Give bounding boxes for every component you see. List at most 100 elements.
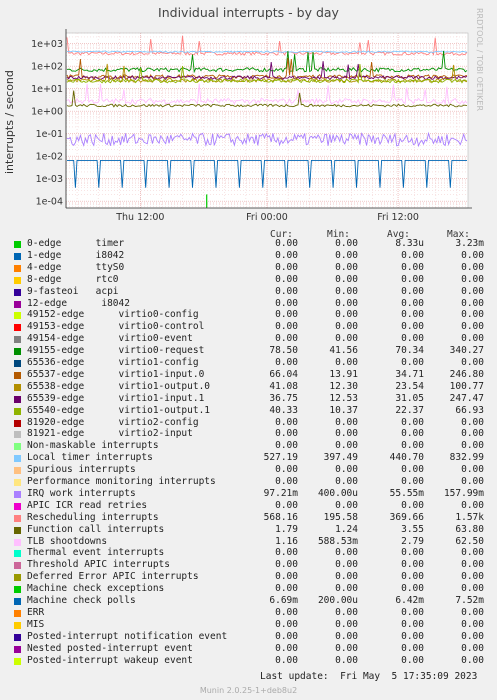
legend-swatch — [14, 586, 21, 594]
legend-min-value: 0.00 — [335, 333, 358, 345]
legend-max-value: 0.00 — [461, 333, 484, 345]
legend-swatch — [14, 407, 21, 415]
legend-label: Threshold APIC interrupts — [27, 559, 170, 571]
legend-swatch — [14, 312, 21, 320]
y-tick-label: 1e-03 — [36, 174, 63, 185]
legend-label: Performance monitoring interrupts — [27, 476, 216, 487]
legend-swatch — [14, 621, 21, 629]
legend-min-value: 12.30 — [329, 380, 358, 392]
legend-min-value: 41.56 — [329, 345, 358, 357]
legend-label: Deferred Error APIC interrupts — [27, 571, 199, 583]
legend-row: ERR 0.00 0.00 0.00 0.00 — [14, 607, 489, 619]
legend-row: 49155-edge virtio0-request 78.50 41.56 70.3… — [14, 345, 489, 357]
chart-canvas: 1e+03 1e+02 1e+01 1e+00 1e-01 1e-02 1e-03 1e-04… — [31, 29, 472, 223]
legend-min-value: 10.37 — [329, 404, 358, 416]
legend-max-value: 0.00 — [461, 642, 484, 654]
legend-row: 4-edge ttyS0 0.00 0.00 0.00 0.00 — [14, 262, 489, 274]
legend-label: Machine check polls — [27, 595, 136, 606]
legend-row: TLB shootdowns 1.16 588.53m 2.79 62.50 — [14, 536, 489, 548]
legend-row: 65538-edge virtio1-output.0 41.08 12.30 23.… — [14, 381, 489, 393]
legend-row: 81920-edge virtio2-config 0.00 0.00 0.00 0.0… — [14, 417, 489, 429]
legend-label: 49155-edge virtio0-request — [27, 345, 205, 357]
legend-row: 8-edge rtc0 0.00 0.00 0.00 0.00 — [14, 274, 489, 286]
legend-label: Local timer interrupts — [27, 452, 153, 464]
legend-row: 0-edge timer 0.00 0.00 8.33u 3.23m — [14, 238, 489, 250]
legend-swatch — [14, 348, 21, 356]
y-tick-label: 1e+01 — [31, 84, 63, 95]
legend-swatch — [14, 419, 21, 427]
legend-min-value: 0.00 — [335, 321, 358, 333]
legend-swatch — [14, 336, 21, 344]
legend-swatch — [14, 324, 21, 332]
legend-swatch — [14, 526, 21, 534]
legend-row: Machine check polls 6.69m 200.00u 6.42m 7.52… — [14, 595, 489, 607]
legend-min-value: 0.00 — [335, 285, 358, 297]
legend-swatch — [14, 360, 21, 367]
legend-max-value: 0.00 — [461, 571, 484, 583]
legend-row: Non-maskable interrupts 0.00 0.00 0.00 0.00 — [14, 440, 489, 452]
legend-row: 65539-edge virtio1-input.1 36.75 12.53 31.0… — [14, 393, 489, 405]
legend-row: 49153-edge virtio0-control 0.00 0.00 0.00 0.… — [14, 321, 489, 333]
legend-label: Non-maskable interrupts — [27, 440, 159, 452]
legend-min-value: 0.00 — [335, 630, 358, 642]
legend-swatch — [14, 264, 21, 272]
legend-max-value: 0.00 — [461, 357, 484, 368]
legend-label: 65538-edge virtio1-output.0 — [27, 380, 211, 392]
legend-max-value: 0.00 — [461, 321, 484, 333]
legend-swatch — [14, 490, 21, 498]
legend-label: Posted-interrupt notification event — [27, 630, 228, 642]
legend-swatch — [14, 598, 21, 605]
legend-min-value: 0.00 — [335, 428, 358, 440]
legend-swatch — [14, 455, 21, 463]
legend-swatch — [14, 633, 21, 641]
x-tick-label: Fri 12:00 — [377, 212, 419, 223]
legend-max-value: 0.00 — [461, 297, 484, 309]
legend-label: 65536-edge virtio1-config — [27, 357, 199, 368]
legend-max-value: 0.00 — [461, 309, 484, 321]
legend-row: IRQ work interrupts 97.21m 400.00u 55.55m 15… — [14, 488, 489, 500]
legend-max-value: 247.47 — [449, 392, 484, 404]
legend-min-value: 0.00 — [335, 273, 358, 285]
legend-row: Threshold APIC interrupts 0.00 0.00 0.00 0.0… — [14, 559, 489, 571]
legend-min-value: 0.00 — [335, 499, 358, 511]
legend-swatch — [14, 252, 21, 260]
x-tick-label: Thu 12:00 — [115, 212, 164, 223]
legend-label: 9-fasteoi acpi — [27, 285, 119, 297]
legend-row: 81921-edge virtio2-input 0.00 0.00 0.00 0.00 — [14, 428, 489, 440]
legend-label: 49152-edge virtio0-config — [27, 309, 199, 321]
legend-label: 1-edge i8042 — [27, 249, 125, 261]
legend-row: Nested posted-interrupt event 0.00 0.00 0.0… — [14, 643, 489, 655]
legend-max-value: 3.23m — [455, 238, 484, 249]
legend-min-value: 0.00 — [335, 618, 358, 630]
legend-min-value: 0.00 — [335, 309, 358, 321]
legend-label: APIC ICR read retries — [27, 499, 148, 511]
legend-min-value: 0.00 — [335, 357, 358, 368]
legend-swatch — [14, 288, 21, 296]
legend-label: Rescheduling interrupts — [27, 511, 159, 523]
y-tick-label: 1e+00 — [31, 107, 63, 118]
legend-min-value: 0.00 — [335, 559, 358, 571]
legend-row: Function call interrupts 1.79 1.24 3.55 63.8… — [14, 524, 489, 536]
legend-min-value: 0.00 — [335, 476, 358, 487]
legend-label: Spurious interrupts — [27, 464, 136, 476]
y-tick-label: 1e-04 — [36, 197, 63, 208]
legend-max-value: 0.00 — [461, 476, 484, 487]
y-tick-label: 1e+02 — [31, 62, 63, 73]
legend-row: Local timer interrupts 527.19 397.49 440.70… — [14, 452, 489, 464]
legend-swatch — [14, 395, 21, 403]
legend-row: Posted-interrupt notification event 0.00 0… — [14, 631, 489, 643]
legend-label: IRQ work interrupts — [27, 487, 136, 499]
legend-min-value: 0.00 — [335, 464, 358, 476]
legend-max-value: 0.00 — [461, 285, 484, 297]
legend-swatch — [14, 502, 21, 510]
legend-row: Spurious interrupts 0.00 0.00 0.00 0.00 — [14, 464, 489, 476]
legend-max-value: 0.00 — [461, 273, 484, 285]
legend-label: 4-edge ttyS0 — [27, 261, 125, 273]
legend-row: APIC ICR read retries 0.00 0.00 0.00 0.00 — [14, 500, 489, 512]
legend-min-value: 0.00 — [335, 642, 358, 654]
legend-row: Deferred Error APIC interrupts 0.00 0.00 0.… — [14, 571, 489, 583]
legend-row: 12-edge i8042 0.00 0.00 0.00 0.00 — [14, 298, 489, 310]
legend-row: 1-edge i8042 0.00 0.00 0.00 0.00 — [14, 250, 489, 262]
legend-label: MIS — [27, 618, 45, 630]
legend-max-value: 1.57k — [455, 511, 484, 523]
